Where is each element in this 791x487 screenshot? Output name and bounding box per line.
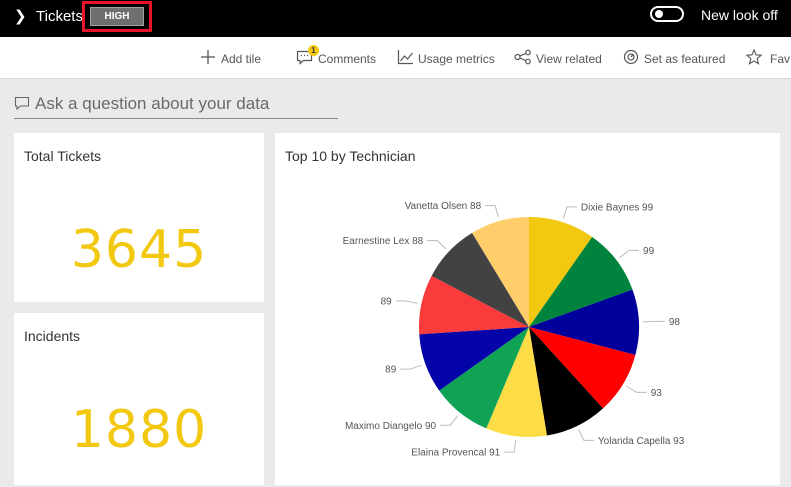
question-bubble-icon	[14, 96, 30, 111]
pie-data-label: Maximo Diangelo 90	[345, 421, 437, 432]
pie-leader-line	[626, 385, 647, 393]
view-related-button[interactable]: View related	[514, 49, 606, 67]
usage-metrics-button[interactable]: Usage metrics	[397, 49, 497, 67]
classification-badge[interactable]: HIGH	[90, 7, 144, 26]
set-as-featured-label: Set as featured	[644, 52, 726, 66]
new-look-label: New look off	[701, 7, 778, 23]
qa-placeholder: Ask a question about your data	[35, 94, 270, 113]
pie-data-label: Yolanda Capella 93	[598, 436, 685, 447]
total-tickets-tile[interactable]: Total Tickets 3645	[14, 133, 264, 302]
kpi-value: 1880	[70, 400, 208, 460]
pie-data-label: 93	[651, 388, 663, 399]
pie-leader-line	[440, 415, 459, 426]
related-icon	[514, 49, 531, 65]
pie-chart: Dixie Baynes 99 99 98 93 Yolanda Capella 93 E…	[343, 201, 685, 459]
view-related-label: View related	[536, 52, 602, 66]
pie-data-label: Elaina Provencal 91	[411, 448, 500, 459]
pie-data-label: 89	[381, 296, 393, 307]
dashboard-title[interactable]: Tickets	[36, 8, 83, 25]
add-tile-button[interactable]: Add tile	[200, 49, 270, 67]
tile-title: Incidents	[24, 328, 81, 344]
usage-metrics-label: Usage metrics	[418, 52, 495, 66]
toggle-knob	[655, 10, 663, 18]
pie-leader-line	[485, 205, 499, 218]
qa-question-box[interactable]: Ask a question about your data	[14, 92, 338, 119]
comments-button[interactable]: 1 Comments	[296, 45, 382, 67]
new-look-toggle[interactable]	[650, 6, 684, 22]
pie-data-label: 98	[669, 317, 681, 328]
pie-leader-line	[395, 300, 418, 304]
tile-title: Total Tickets	[24, 148, 102, 164]
chevron-right-icon[interactable]: ❯	[14, 7, 27, 25]
top-bar: ❯ Tickets HIGH New look off	[0, 0, 791, 37]
favorite-label: Fav	[770, 52, 791, 66]
star-icon	[746, 49, 763, 65]
badge-highlight-frame: HIGH	[82, 1, 152, 32]
line-chart-icon	[397, 50, 413, 65]
favorite-button[interactable]: Fav	[746, 49, 791, 67]
add-tile-label: Add tile	[221, 52, 262, 66]
pie-leader-line	[642, 320, 665, 323]
set-as-featured-button[interactable]: Set as featured	[623, 49, 729, 67]
pie-leader-line	[427, 240, 447, 250]
top10-technician-tile[interactable]: Top 10 by Technician Dixie Baynes 99 99 98…	[275, 133, 780, 485]
pie-data-label: Dixie Baynes 99	[581, 202, 654, 213]
pie-leader-line	[400, 364, 422, 370]
pie-leader-line	[504, 440, 517, 453]
pie-data-label: Earnestine Lex 88	[343, 236, 424, 247]
pie-leader-line	[578, 429, 594, 441]
dashboard-toolbar: Add tile 1 Comments Usage metrics View r…	[0, 37, 791, 79]
comments-label: Comments	[318, 52, 377, 66]
pie-leader-line	[562, 206, 577, 219]
plus-icon	[201, 50, 215, 64]
pie-data-label: 99	[643, 246, 655, 257]
incidents-tile[interactable]: Incidents 1880	[14, 313, 264, 485]
pie-leader-line	[619, 249, 640, 259]
pie-data-label: 89	[385, 365, 397, 376]
pie-data-label: Vanetta Olsen 88	[405, 201, 482, 212]
kpi-value: 3645	[70, 220, 208, 280]
featured-icon	[623, 49, 639, 65]
